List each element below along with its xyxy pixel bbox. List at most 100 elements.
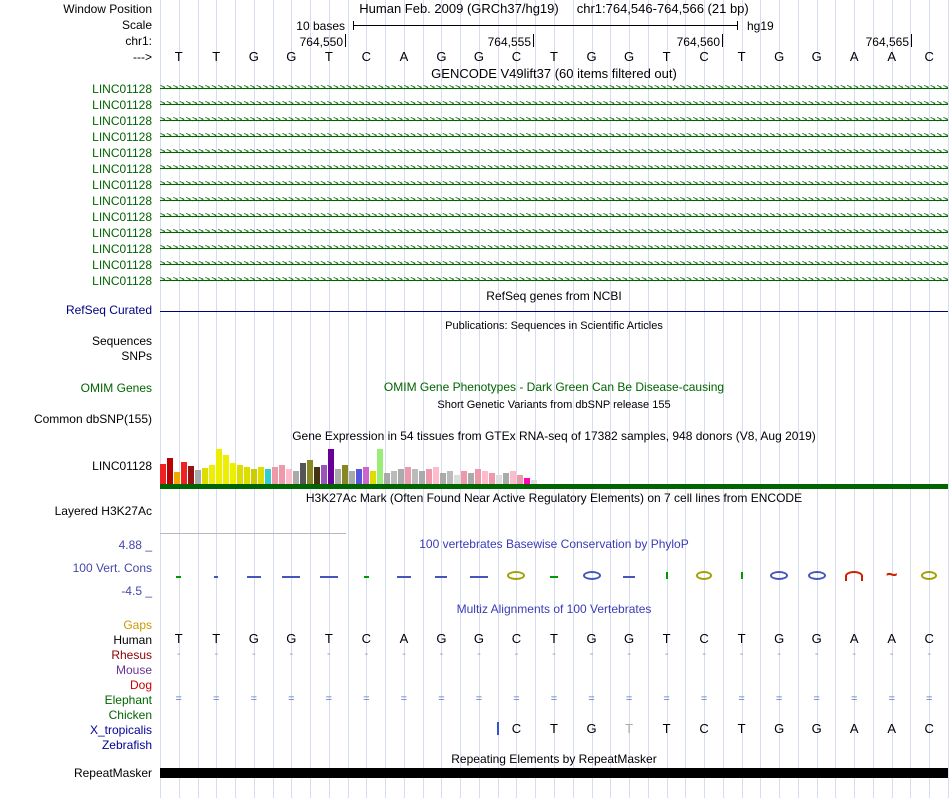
gtex-expression-bar[interactable] (293, 471, 299, 484)
gtex-expression-bar[interactable] (279, 465, 285, 484)
refseq-curated-item[interactable] (160, 311, 948, 312)
gtex-expression-bar[interactable] (160, 464, 166, 484)
gtex-expression-bar[interactable] (489, 473, 495, 484)
publications-sequences-label[interactable]: Sequences (0, 335, 152, 348)
gtex-expression-bar[interactable] (321, 465, 327, 484)
gtex-expression-bar[interactable] (314, 467, 320, 484)
multiz-species-label[interactable]: Mouse (0, 663, 152, 677)
h3k27ac-track-title[interactable]: H3K27Ac Mark (Often Found Near Active Re… (160, 492, 948, 505)
gtex-expression-bar[interactable] (503, 473, 509, 484)
phylop-track-title[interactable]: 100 vertebrates Basewise Conservation by… (160, 538, 948, 551)
gencode-item-label[interactable]: LINC01128 (0, 162, 152, 176)
gencode-transcript-arrows[interactable]: >>>>>>>>>>>>>>>>>>>>>>>>>>>>>>>>>>>>>>>>… (160, 113, 948, 127)
gencode-item-label[interactable]: LINC01128 (0, 194, 152, 208)
gtex-expression-bar[interactable] (181, 462, 187, 484)
gencode-transcript-arrows[interactable]: >>>>>>>>>>>>>>>>>>>>>>>>>>>>>>>>>>>>>>>>… (160, 273, 948, 287)
gtex-track-title[interactable]: Gene Expression in 54 tissues from GTEx … (160, 430, 948, 443)
gtex-expression-bar[interactable] (468, 473, 474, 484)
repeatmasker-item-bar[interactable] (160, 768, 948, 778)
gencode-item-label[interactable]: LINC01128 (0, 178, 152, 192)
gencode-transcript-arrows[interactable]: >>>>>>>>>>>>>>>>>>>>>>>>>>>>>>>>>>>>>>>>… (160, 241, 948, 255)
gtex-expression-bar[interactable] (496, 475, 502, 484)
gtex-expression-bar[interactable] (440, 473, 446, 484)
multiz-species-label[interactable]: Rhesus (0, 648, 152, 662)
multiz-species-label[interactable]: Elephant (0, 693, 152, 707)
gtex-expression-bar[interactable] (342, 465, 348, 484)
refseq-curated-label[interactable]: RefSeq Curated (0, 304, 152, 317)
gencode-item-label[interactable]: LINC01128 (0, 274, 152, 288)
gencode-item-label[interactable]: LINC01128 (0, 114, 152, 128)
gtex-expression-bar[interactable] (188, 466, 194, 484)
gtex-expression-bar[interactable] (244, 467, 250, 484)
gencode-transcript-arrows[interactable]: >>>>>>>>>>>>>>>>>>>>>>>>>>>>>>>>>>>>>>>>… (160, 193, 948, 207)
gencode-transcript-arrows[interactable]: >>>>>>>>>>>>>>>>>>>>>>>>>>>>>>>>>>>>>>>>… (160, 177, 948, 191)
gtex-expression-bar[interactable] (433, 467, 439, 484)
publications-snps-label[interactable]: SNPs (0, 350, 152, 363)
gtex-expression-bar[interactable] (363, 467, 369, 484)
multiz-species-label[interactable]: Dog (0, 678, 152, 692)
repeatmasker-label[interactable]: RepeatMasker (0, 767, 152, 780)
gtex-expression-bar[interactable] (405, 467, 411, 484)
gtex-expression-bar[interactable] (202, 468, 208, 484)
gencode-item-label[interactable]: LINC01128 (0, 82, 152, 96)
gencode-item-label[interactable]: LINC01128 (0, 98, 152, 112)
gtex-expression-bar[interactable] (335, 469, 341, 484)
multiz-species-label[interactable]: X_tropicalis (0, 723, 152, 737)
omim-track-title[interactable]: OMIM Gene Phenotypes - Dark Green Can Be… (160, 381, 948, 394)
omim-genes-label[interactable]: OMIM Genes (0, 382, 152, 395)
dbsnp-label[interactable]: Common dbSNP(155) (0, 413, 152, 426)
phylop-conservation-marks[interactable]: ~ (160, 564, 948, 588)
publications-track-title[interactable]: Publications: Sequences in Scientific Ar… (160, 320, 948, 333)
gencode-transcript-arrows[interactable]: >>>>>>>>>>>>>>>>>>>>>>>>>>>>>>>>>>>>>>>>… (160, 225, 948, 239)
gencode-item-label[interactable]: LINC01128 (0, 258, 152, 272)
gtex-gene-model-bar[interactable] (160, 484, 948, 489)
gtex-expression-bar[interactable] (195, 470, 201, 484)
gtex-expression-bar[interactable] (475, 469, 481, 484)
multiz-species-label[interactable]: Zebrafish (0, 738, 152, 752)
gtex-expression-bar[interactable] (230, 463, 236, 484)
gtex-expression-bar[interactable] (328, 449, 334, 484)
gencode-transcript-arrows[interactable]: >>>>>>>>>>>>>>>>>>>>>>>>>>>>>>>>>>>>>>>>… (160, 209, 948, 223)
gtex-expression-bar[interactable] (447, 471, 453, 484)
multiz-track-title[interactable]: Multiz Alignments of 100 Vertebrates (160, 603, 948, 616)
gtex-expression-chart[interactable] (160, 446, 948, 484)
gencode-transcript-arrows[interactable]: >>>>>>>>>>>>>>>>>>>>>>>>>>>>>>>>>>>>>>>>… (160, 161, 948, 175)
gtex-expression-bar[interactable] (272, 467, 278, 484)
gtex-expression-bar[interactable] (461, 471, 467, 484)
gtex-expression-bar[interactable] (356, 469, 362, 484)
gtex-expression-bar[interactable] (286, 469, 292, 484)
gtex-expression-bar[interactable] (216, 449, 222, 484)
gtex-expression-bar[interactable] (426, 469, 432, 484)
gencode-transcript-arrows[interactable]: >>>>>>>>>>>>>>>>>>>>>>>>>>>>>>>>>>>>>>>>… (160, 145, 948, 159)
gtex-expression-bar[interactable] (370, 471, 376, 484)
gtex-expression-bar[interactable] (412, 469, 418, 484)
gtex-expression-bar[interactable] (300, 463, 306, 484)
gencode-transcript-arrows[interactable]: >>>>>>>>>>>>>>>>>>>>>>>>>>>>>>>>>>>>>>>>… (160, 81, 948, 95)
gtex-expression-bar[interactable] (454, 475, 460, 484)
gtex-expression-bar[interactable] (517, 475, 523, 484)
gencode-item-label[interactable]: LINC01128 (0, 226, 152, 240)
dbsnp-track-title[interactable]: Short Genetic Variants from dbSNP releas… (160, 399, 948, 412)
phylop-track-label[interactable]: 100 Vert. Cons (0, 562, 152, 575)
gtex-expression-bar[interactable] (237, 465, 243, 484)
gencode-transcript-arrows[interactable]: >>>>>>>>>>>>>>>>>>>>>>>>>>>>>>>>>>>>>>>>… (160, 97, 948, 111)
gtex-expression-bar[interactable] (398, 469, 404, 484)
gtex-expression-bar[interactable] (482, 471, 488, 484)
gtex-gene-label[interactable]: LINC01128 (0, 460, 152, 473)
gtex-expression-bar[interactable] (251, 469, 257, 484)
gtex-expression-bar[interactable] (167, 458, 173, 484)
gtex-expression-bar[interactable] (419, 471, 425, 484)
multiz-species-label[interactable]: Chicken (0, 708, 152, 722)
repeatmasker-track-title[interactable]: Repeating Elements by RepeatMasker (160, 753, 948, 766)
multiz-species-label[interactable]: Gaps (0, 618, 152, 632)
gtex-expression-bar[interactable] (349, 471, 355, 484)
gtex-expression-bar[interactable] (223, 455, 229, 484)
gtex-expression-bar[interactable] (265, 469, 271, 484)
gtex-expression-bar[interactable] (377, 449, 383, 484)
gencode-item-label[interactable]: LINC01128 (0, 130, 152, 144)
multiz-species-label[interactable]: Human (0, 633, 152, 647)
genome-browser-image[interactable]: Window Position Human Feb. 2009 (GRCh37/… (0, 0, 950, 798)
refseq-track-title[interactable]: RefSeq genes from NCBI (160, 290, 948, 303)
gtex-expression-bar[interactable] (209, 465, 215, 484)
gencode-transcript-arrows[interactable]: >>>>>>>>>>>>>>>>>>>>>>>>>>>>>>>>>>>>>>>>… (160, 257, 948, 271)
